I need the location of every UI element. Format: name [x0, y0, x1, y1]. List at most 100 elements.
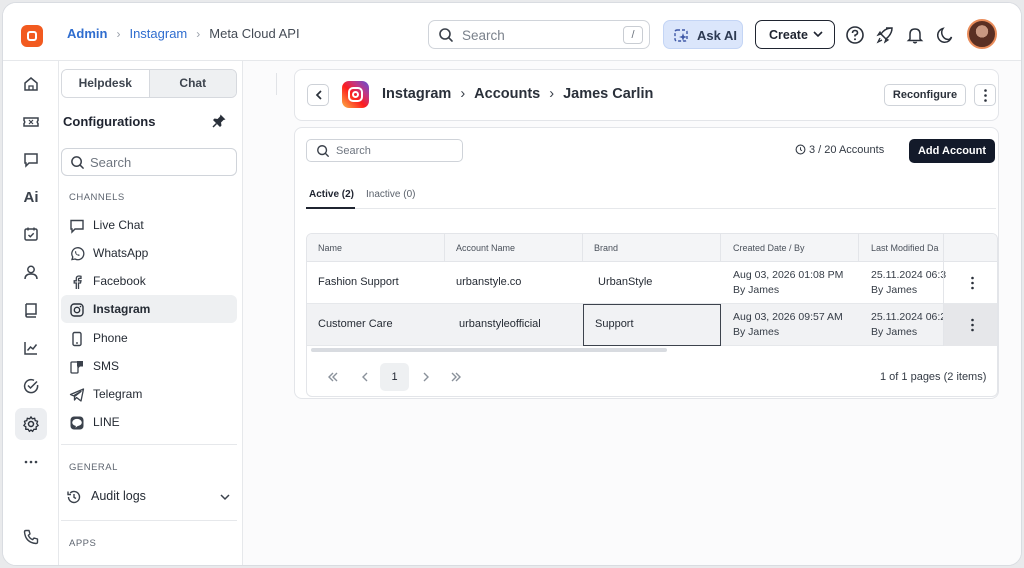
add-account-button[interactable]: Add Account	[909, 139, 995, 163]
create-label: Create	[769, 28, 808, 42]
breadcrumb-admin[interactable]: Admin	[67, 26, 107, 41]
back-button[interactable]	[307, 84, 329, 106]
sidebar-item-label: LINE	[93, 415, 120, 429]
column-header-brand[interactable]: Brand	[594, 243, 618, 253]
divider	[61, 520, 237, 521]
sidebar-item-line[interactable]: LINE	[61, 408, 237, 436]
column-divider	[582, 234, 583, 262]
tab-chat[interactable]: Chat	[148, 70, 236, 97]
mobile-phone-icon	[72, 331, 82, 347]
tab-active[interactable]: Active (2)	[309, 189, 354, 200]
page-number-current[interactable]: 1	[380, 363, 409, 391]
sidebar-item-instagram[interactable]: Instagram	[61, 295, 237, 323]
tab-inactive[interactable]: Inactive (0)	[366, 189, 415, 200]
user-icon[interactable]	[18, 259, 44, 285]
chat-bubble-icon	[70, 219, 84, 234]
cell-brand: Support	[595, 318, 634, 330]
divider	[61, 444, 237, 445]
breadcrumb-instagram[interactable]: Instagram	[382, 86, 451, 102]
rocket-icon[interactable]	[875, 25, 895, 45]
breadcrumb-accounts[interactable]: Accounts	[474, 86, 540, 102]
sidebar-item-whatsapp[interactable]: WhatsApp	[61, 239, 237, 267]
phone-icon[interactable]	[18, 524, 44, 550]
more-horizontal-icon[interactable]	[18, 449, 44, 475]
bell-icon[interactable]	[905, 25, 925, 45]
sidebar-item-label: Phone	[93, 331, 128, 345]
first-page-icon[interactable]	[327, 371, 339, 383]
sidebar-item-facebook[interactable]: Facebook	[61, 267, 237, 295]
cell-created-date: Aug 03, 2026 01:08 PM	[733, 269, 844, 281]
mode-switch: Helpdesk Chat	[61, 69, 237, 98]
instagram-icon	[70, 303, 84, 317]
table-header: Name Account Name Brand Created Date / B…	[307, 234, 997, 262]
moon-icon[interactable]	[935, 25, 955, 45]
next-page-icon[interactable]	[420, 371, 432, 383]
search-icon	[71, 156, 84, 169]
kebab-icon	[984, 89, 987, 102]
sidebar-item-sms[interactable]: SMS	[61, 352, 237, 380]
column-divider	[444, 234, 445, 262]
pin-icon[interactable]	[211, 113, 227, 129]
breadcrumb-current: James Carlin	[563, 86, 654, 102]
pagination-info: 1 of 1 pages (2 items)	[880, 371, 987, 383]
kebab-icon[interactable]	[971, 318, 974, 332]
reconfigure-button[interactable]: Reconfigure	[884, 84, 966, 106]
cell-name: Customer Care	[318, 318, 393, 330]
accounts-search-input[interactable]: Search	[306, 139, 463, 162]
calendar-check-icon[interactable]	[18, 221, 44, 247]
horizontal-scrollbar[interactable]	[311, 348, 667, 352]
cell-account-name: urbanstyle.co	[456, 276, 522, 288]
column-header-last-modified[interactable]: Last Modified Da	[871, 243, 939, 253]
search-placeholder: Search	[90, 155, 132, 170]
facebook-icon	[73, 275, 82, 289]
configurations-sidebar: Helpdesk Chat Configurations Search CHAN…	[59, 61, 243, 565]
previous-page-icon[interactable]	[359, 371, 371, 383]
app-logo[interactable]	[21, 25, 43, 47]
column-divider	[720, 234, 721, 262]
sidebar-item-live-chat[interactable]: Live Chat	[61, 211, 237, 239]
table-row[interactable]: Customer Care urbanstyleofficial Support…	[307, 304, 997, 346]
cell-modified-date: 25.11.2024 06:3	[871, 269, 947, 281]
home-icon[interactable]	[18, 71, 44, 97]
chevron-right-icon: ›	[549, 86, 555, 102]
column-header-account-name[interactable]: Account Name	[456, 243, 515, 253]
accounts-table: Name Account Name Brand Created Date / B…	[306, 233, 998, 397]
chart-icon[interactable]	[18, 335, 44, 361]
breadcrumb-current: Meta Cloud API	[209, 26, 300, 41]
create-button[interactable]: Create	[755, 20, 835, 49]
cell-account-name: urbanstyleofficial	[459, 318, 541, 330]
search-icon	[439, 28, 453, 42]
search-icon	[317, 145, 329, 157]
icon-rail: Ai	[3, 61, 59, 565]
sidebar-search-input[interactable]: Search	[61, 148, 237, 176]
check-circle-icon[interactable]	[18, 373, 44, 399]
tab-helpdesk[interactable]: Helpdesk	[62, 70, 149, 97]
selected-cell[interactable]: Support	[583, 304, 721, 346]
kebab-icon[interactable]	[971, 276, 974, 290]
breadcrumb-instagram[interactable]: Instagram	[129, 26, 187, 41]
ai-icon[interactable]: Ai	[18, 184, 44, 210]
column-header-name[interactable]: Name	[318, 243, 342, 253]
app-window: Admin › Instagram › Meta Cloud API Searc…	[2, 2, 1022, 566]
sidebar-item-telegram[interactable]: Telegram	[61, 380, 237, 408]
book-icon[interactable]	[18, 297, 44, 323]
sidebar-item-audit-logs[interactable]: Audit logs	[61, 484, 237, 510]
account-count-label: 3 / 20 Accounts	[809, 144, 885, 156]
avatar[interactable]	[967, 19, 997, 49]
chat-icon[interactable]	[18, 147, 44, 173]
tab-underline	[306, 207, 355, 209]
help-icon[interactable]	[845, 25, 865, 45]
global-search-input[interactable]: Search /	[428, 20, 650, 49]
more-options-button[interactable]	[974, 84, 996, 106]
ticket-icon[interactable]	[18, 109, 44, 135]
sidebar-item-phone[interactable]: Phone	[61, 324, 237, 352]
ask-ai-button[interactable]: Ask AI	[663, 20, 743, 49]
line-app-icon	[70, 416, 84, 430]
apps-heading: APPS	[69, 538, 97, 549]
column-header-created[interactable]: Created Date / By	[733, 243, 805, 253]
sidebar-item-label: WhatsApp	[93, 246, 149, 260]
settings-gear-icon[interactable]	[15, 408, 47, 440]
last-page-icon[interactable]	[450, 371, 462, 383]
table-row[interactable]: Fashion Support urbanstyle.co UrbanStyle…	[307, 262, 997, 304]
cell-modified-by: By James	[871, 284, 918, 296]
